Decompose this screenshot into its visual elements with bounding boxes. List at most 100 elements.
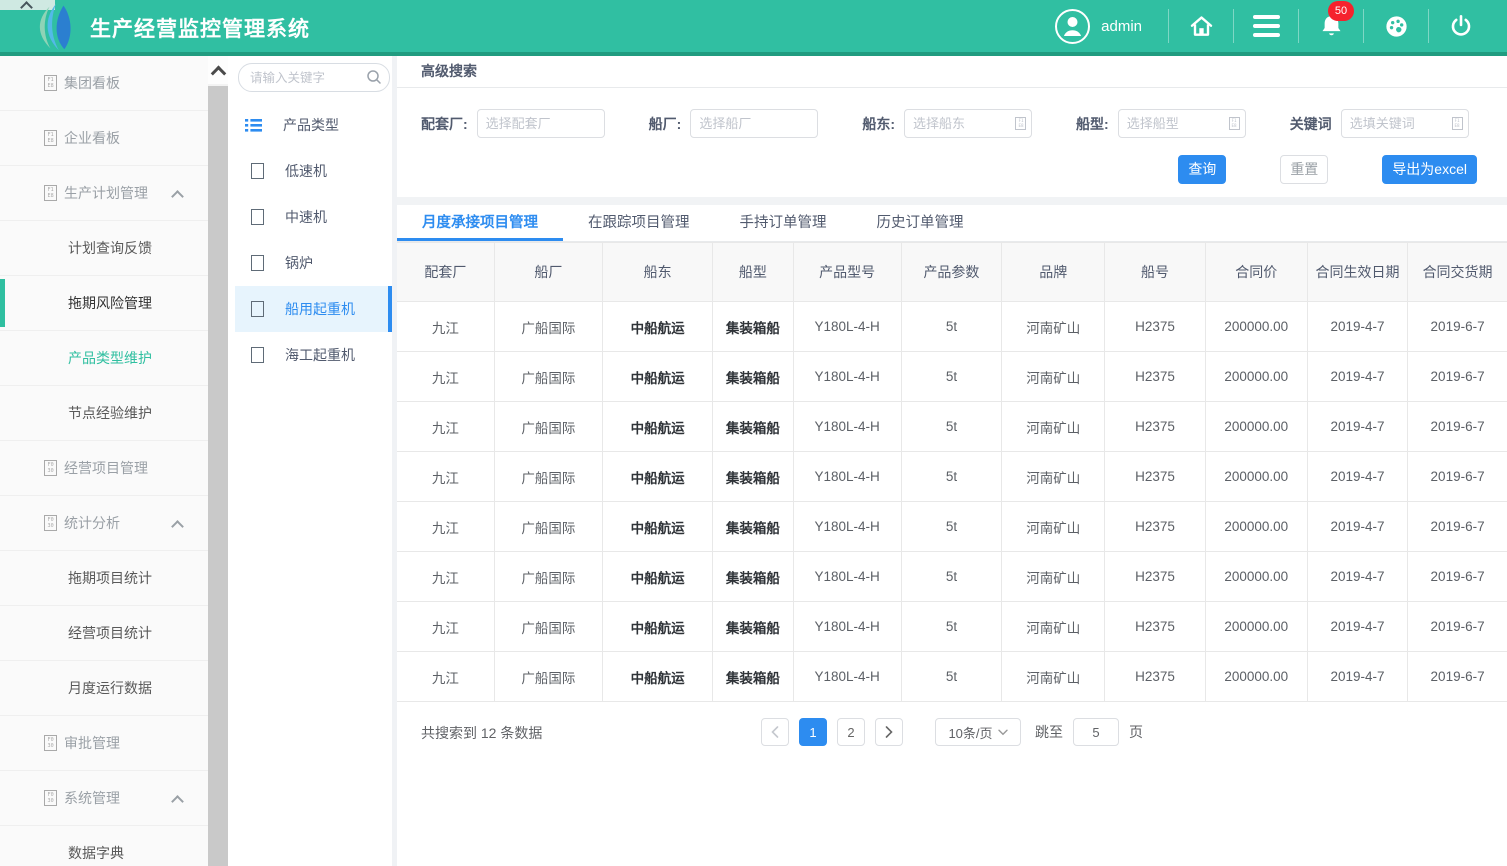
table-cell: 2019-6-7 (1408, 452, 1507, 502)
tab-3[interactable]: 手持订单管理 (715, 208, 852, 241)
table-cell: 200000.00 (1205, 402, 1307, 452)
sidebar-item-label: 经营项目统计 (68, 623, 152, 643)
table-row: 九江广船国际中船航运集装箱船Y180L-4-H5t河南矿山H2375200000… (397, 402, 1507, 452)
select-tofu-icon: F1E8 (1452, 117, 1463, 130)
table-cell: 九江 (397, 602, 494, 652)
filter-input-5[interactable] (1341, 109, 1469, 138)
table-cell: Y180L-4-H (793, 502, 901, 552)
table-cell: 5t (901, 352, 1001, 402)
table-cell: 2019-4-7 (1307, 602, 1407, 652)
search-actions: 查询 重置 导出为excel (397, 138, 1507, 197)
reset-button[interactable]: 重置 (1280, 155, 1328, 184)
sidebar-item-10[interactable]: 拖期项目统计 (0, 551, 208, 606)
tab-2[interactable]: 在跟踪项目管理 (563, 208, 715, 241)
topbar: 生产经营监控管理系统 admin (0, 0, 1507, 56)
sidebar-item-15[interactable]: 数据字典 (0, 826, 208, 866)
table-cell: 河南矿山 (1002, 652, 1105, 702)
search-button[interactable]: 查询 (1178, 155, 1226, 184)
table-cell: H2375 (1105, 302, 1205, 352)
menu-button[interactable] (1234, 15, 1298, 37)
scroll-up-button[interactable] (208, 56, 228, 84)
sidebar-item-3[interactable]: F1E8生产计划管理 (0, 166, 208, 221)
export-excel-button[interactable]: 导出为excel (1382, 155, 1477, 184)
notifications-button[interactable]: 50 (1299, 12, 1363, 40)
table-cell: 2019-4-7 (1307, 552, 1407, 602)
table-cell: H2375 (1105, 502, 1205, 552)
sidebar-item-label: 企业看板 (64, 128, 120, 148)
sidebar-item-2[interactable]: F1E8企业看板 (0, 111, 208, 166)
sidebar-item-5[interactable]: 拖期风险管理 (0, 276, 208, 331)
tree-item-label: 低速机 (285, 161, 327, 181)
table-cell: 集装箱船 (713, 652, 793, 702)
column-header: 合同交货期 (1408, 243, 1507, 302)
sidebar-item-12[interactable]: 月度运行数据 (0, 661, 208, 716)
tree-item-1[interactable]: 低速机 (235, 148, 392, 194)
table-cell: 5t (901, 402, 1001, 452)
logout-button[interactable] (1429, 13, 1493, 39)
sidebar-item-6[interactable]: 产品类型维护 (0, 331, 208, 386)
table-cell: 广船国际 (494, 552, 602, 602)
sidebar-item-8[interactable]: F030经营项目管理 (0, 441, 208, 496)
filter-input-3[interactable] (904, 109, 1032, 138)
tree-item-2[interactable]: 中速机 (235, 194, 392, 240)
tree-root[interactable]: 产品类型 (235, 102, 392, 148)
table-cell: 集装箱船 (713, 602, 793, 652)
section-separator (397, 197, 1507, 205)
table-cell: 河南矿山 (1002, 402, 1105, 452)
sidebar-item-label: 统计分析 (64, 513, 120, 533)
page-size-select[interactable]: 10条/页 (935, 718, 1021, 746)
table-cell: Y180L-4-H (793, 352, 901, 402)
filter-input-1[interactable] (477, 109, 605, 138)
table-cell: 5t (901, 552, 1001, 602)
jump-page-input[interactable] (1073, 718, 1119, 746)
next-page-button[interactable] (875, 718, 903, 746)
sidebar-item-11[interactable]: 经营项目统计 (0, 606, 208, 661)
table-cell: H2375 (1105, 452, 1205, 502)
user-menu[interactable]: admin (1028, 8, 1168, 45)
page-button-2[interactable]: 2 (837, 718, 865, 746)
filter-input-2[interactable] (690, 109, 818, 138)
result-count: 共搜索到 12 条数据 (421, 723, 542, 743)
tree-item-label: 船用起重机 (285, 299, 355, 319)
table-header-row: 配套厂船厂船东船型产品型号产品参数品牌船号合同价合同生效日期合同交货期 (397, 243, 1507, 302)
chevron-down-icon (998, 729, 1008, 736)
table-cell: 200000.00 (1205, 602, 1307, 652)
sidebar-item-14[interactable]: F030系统管理 (0, 771, 208, 826)
tab-1[interactable]: 月度承接项目管理 (397, 208, 563, 241)
tab-4[interactable]: 历史订单管理 (852, 208, 989, 241)
theme-button[interactable] (1364, 13, 1428, 40)
filter-input-4[interactable] (1118, 109, 1246, 138)
prev-page-button[interactable] (761, 718, 789, 746)
table-cell: 集装箱船 (713, 552, 793, 602)
column-header: 品牌 (1002, 243, 1105, 302)
tree-item-3[interactable]: 锅炉 (235, 240, 392, 286)
table-cell: 广船国际 (494, 502, 602, 552)
hamburger-icon (1253, 15, 1280, 37)
tree-item-4[interactable]: 船用起重机 (235, 286, 392, 332)
chevron-up-icon (171, 520, 184, 533)
column-header: 船型 (713, 243, 793, 302)
sidebar-item-label: 生产计划管理 (64, 183, 148, 203)
tree-item-5[interactable]: 海工起重机 (235, 332, 392, 378)
search-icon[interactable] (366, 69, 382, 85)
filter-field-3: 船东:F1E8 (862, 109, 1032, 138)
sidebar-item-7[interactable]: 节点经验维护 (0, 386, 208, 441)
sidebar-item-1[interactable]: F1E8集团看板 (0, 56, 208, 111)
home-button[interactable] (1169, 13, 1233, 39)
table-cell: 2019-4-7 (1307, 302, 1407, 352)
table-cell: H2375 (1105, 402, 1205, 452)
table-cell: 广船国际 (494, 652, 602, 702)
chevron-up-icon (171, 190, 184, 203)
table-cell: 200000.00 (1205, 652, 1307, 702)
sidebar-item-4[interactable]: 计划查询反馈 (0, 221, 208, 276)
table-row: 九江广船国际中船航运集装箱船Y180L-4-H5t河南矿山H2375200000… (397, 552, 1507, 602)
scrollbar-thumb[interactable] (208, 86, 228, 866)
table-cell: 河南矿山 (1002, 302, 1105, 352)
table-cell: 中船航运 (603, 302, 713, 352)
tofu-box-icon (251, 301, 264, 317)
chevron-up-icon (210, 65, 226, 81)
table-row: 九江广船国际中船航运集装箱船Y180L-4-H5t河南矿山H2375200000… (397, 652, 1507, 702)
page-button-1[interactable]: 1 (799, 718, 827, 746)
sidebar-item-9[interactable]: F030统计分析 (0, 496, 208, 551)
sidebar-item-13[interactable]: F030审批管理 (0, 716, 208, 771)
